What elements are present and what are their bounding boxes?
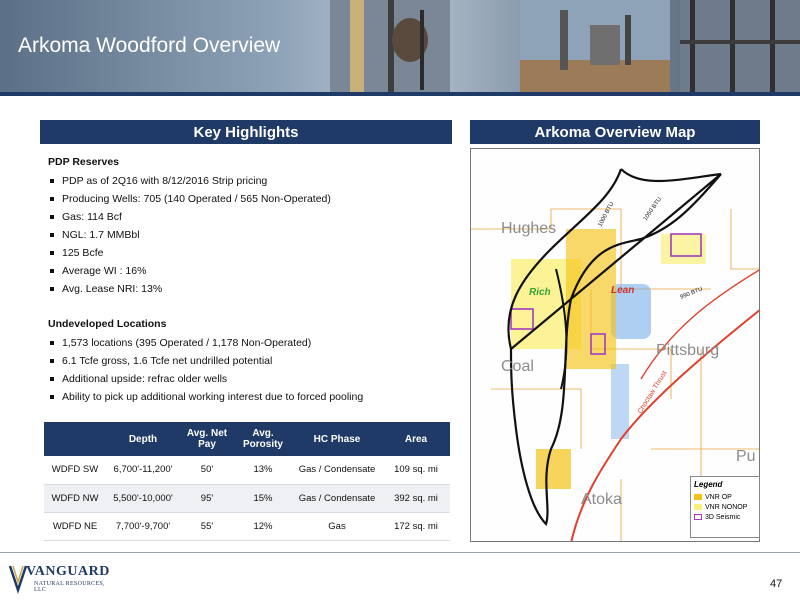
county-label-coal: Coal bbox=[501, 358, 534, 375]
table-row: WDFD NW 5,500'-10,000' 95' 15% Gas / Con… bbox=[44, 484, 450, 513]
reservoir-table: Depth Avg. Net Pay Avg. Porosity HC Phas… bbox=[44, 422, 450, 541]
banner-photo-left bbox=[330, 0, 450, 92]
list-item: Gas: 114 Bcf bbox=[48, 208, 453, 226]
table-header-cell: Area bbox=[382, 422, 450, 456]
table-cell: Gas bbox=[292, 512, 382, 541]
list-item: PDP as of 2Q16 with 8/12/2016 Strip pric… bbox=[48, 172, 453, 190]
list-item: NGL: 1.7 MMBbl bbox=[48, 226, 453, 244]
table-cell: 172 sq. mi bbox=[382, 512, 450, 541]
pdp-title: PDP Reserves bbox=[48, 156, 120, 168]
legend-swatch-nonop bbox=[694, 504, 702, 510]
undeveloped-list: 1,573 locations (395 Operated / 1,178 No… bbox=[48, 334, 453, 406]
table-header-cell bbox=[44, 422, 106, 456]
acreage-op bbox=[536, 449, 571, 489]
pdp-list: PDP as of 2Q16 with 8/12/2016 Strip pric… bbox=[48, 172, 453, 298]
page-number: 47 bbox=[770, 578, 783, 590]
table-cell: 13% bbox=[234, 456, 292, 485]
list-item: 1,573 locations (395 Operated / 1,178 No… bbox=[48, 334, 453, 352]
btu-label-1000: 1000 BTU bbox=[597, 201, 615, 228]
logo-subtitle: NATURAL RESOURCES, LLC bbox=[34, 581, 105, 593]
table-row: WDFD NE 7,700'-9,700' 55' 12% Gas 172 sq… bbox=[44, 512, 450, 541]
table-cell: 95' bbox=[180, 484, 234, 513]
highlights-panel: PDP Reserves PDP as of 2Q16 with 8/12/20… bbox=[48, 156, 453, 406]
legend-label: VNR NONOP bbox=[705, 503, 748, 511]
table-cell: 109 sq. mi bbox=[382, 456, 450, 485]
lean-zone bbox=[611, 284, 651, 439]
vanguard-logo: VANGUARD NATURAL RESOURCES, LLC bbox=[8, 560, 118, 594]
list-item: Avg. Lease NRI: 13% bbox=[48, 280, 453, 298]
table-cell: 55' bbox=[180, 512, 234, 541]
btu-label-990: 990 BTU bbox=[680, 286, 704, 300]
list-item: Producing Wells: 705 (140 Operated / 565… bbox=[48, 190, 453, 208]
table-cell: WDFD NW bbox=[44, 484, 106, 513]
banner-photo-right bbox=[680, 0, 800, 92]
legend-swatch-op bbox=[694, 494, 702, 500]
county-label-hughes: Hughes bbox=[501, 220, 556, 237]
key-highlights-heading: Key Highlights bbox=[40, 120, 452, 144]
table-cell: 12% bbox=[234, 512, 292, 541]
list-item: Ability to pick up additional working in… bbox=[48, 388, 453, 406]
table-cell: 7,700'-9,700' bbox=[106, 512, 180, 541]
zone-label-lean: Lean bbox=[611, 285, 634, 296]
table-header-row: Depth Avg. Net Pay Avg. Porosity HC Phas… bbox=[44, 422, 450, 456]
county-label-atoka: Atoka bbox=[581, 491, 622, 508]
table-cell: WDFD SW bbox=[44, 456, 106, 485]
footer-rule bbox=[0, 552, 800, 553]
table-cell: Gas / Condensate bbox=[292, 484, 382, 513]
logo-mark-icon bbox=[8, 565, 28, 594]
list-item: 125 Bcfe bbox=[48, 244, 453, 262]
map-heading: Arkoma Overview Map bbox=[470, 120, 760, 144]
header-rule bbox=[0, 92, 800, 96]
btu-label-1050: 1050 BTU bbox=[643, 197, 663, 223]
legend-label: 3D Seismic bbox=[705, 513, 741, 521]
banner-photo-middle bbox=[520, 0, 670, 92]
legend-item: 3D Seismic bbox=[694, 512, 756, 522]
legend-item: VNR OP bbox=[694, 492, 756, 502]
legend-item: VNR NONOP bbox=[694, 502, 756, 512]
table-cell: 5,500'-10,000' bbox=[106, 484, 180, 513]
table-cell: 50' bbox=[180, 456, 234, 485]
map-legend: Legend VNR OP VNR NONOP 3D Seismic bbox=[690, 476, 760, 538]
table-cell: 6,700'-11,200' bbox=[106, 456, 180, 485]
table-cell: WDFD NE bbox=[44, 512, 106, 541]
list-item: Additional upside: refrac older wells bbox=[48, 370, 453, 388]
list-item: 6.1 Tcfe gross, 1.6 Tcfe net undrilled p… bbox=[48, 352, 453, 370]
legend-swatch-seismic bbox=[694, 514, 702, 520]
list-item: Average WI : 16% bbox=[48, 262, 453, 280]
county-label-pittsburg: Pittsburg bbox=[656, 342, 719, 359]
table-header-cell: HC Phase bbox=[292, 422, 382, 456]
zone-label-rich: Rich bbox=[529, 287, 551, 298]
table-cell: Gas / Condensate bbox=[292, 456, 382, 485]
county-label-pu: Pu bbox=[736, 448, 756, 465]
legend-label: VNR OP bbox=[705, 493, 732, 501]
table-cell: 15% bbox=[234, 484, 292, 513]
table-header-cell: Avg. Porosity bbox=[234, 422, 292, 456]
logo-name: VANGUARD bbox=[26, 564, 110, 579]
table-cell: 392 sq. mi bbox=[382, 484, 450, 513]
table-row: WDFD SW 6,700'-11,200' 50' 13% Gas / Con… bbox=[44, 456, 450, 485]
legend-title: Legend bbox=[694, 480, 723, 489]
header-banner: Arkoma Woodford Overview bbox=[0, 0, 800, 92]
table-header-cell: Depth bbox=[106, 422, 180, 456]
table-header-cell: Avg. Net Pay bbox=[180, 422, 234, 456]
undeveloped-title: Undeveloped Locations bbox=[48, 318, 167, 330]
page-title: Arkoma Woodford Overview bbox=[18, 34, 281, 57]
acreage-nonop bbox=[661, 234, 706, 264]
